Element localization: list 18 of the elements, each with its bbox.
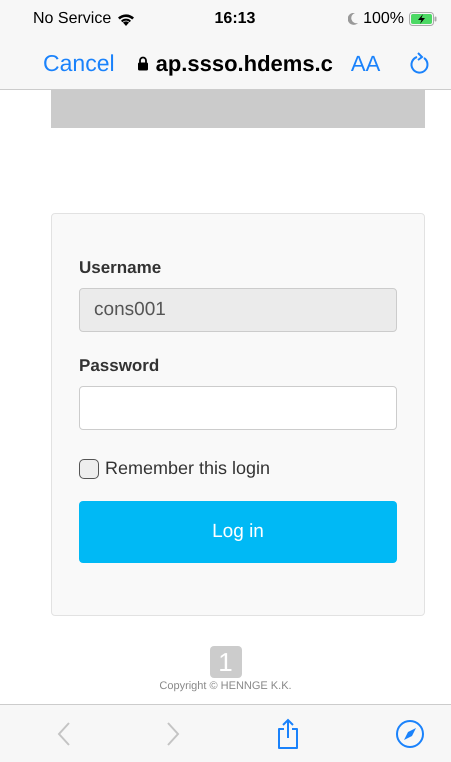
carrier-label: No Service (33, 10, 112, 28)
field-label: Password (79, 356, 160, 376)
clock: 16:13 (214, 10, 256, 28)
reload-icon[interactable] (409, 52, 431, 76)
text-size-button[interactable]: AA (350, 50, 380, 76)
login-button[interactable]: Log in (79, 501, 397, 563)
wifi-icon (117, 12, 136, 26)
password-field[interactable] (79, 386, 397, 430)
lock-icon (136, 56, 149, 71)
remember-label: Remember this login (105, 458, 270, 479)
share-icon[interactable] (276, 718, 300, 750)
compass-icon[interactable] (394, 718, 425, 748)
copyright-text: Copyright © HENNGE K.K. (159, 680, 292, 692)
moon-icon (348, 13, 358, 25)
cancel-button[interactable]: Cancel (43, 50, 115, 77)
field-label: Username (79, 258, 162, 278)
remember-checkbox[interactable] (79, 458, 99, 478)
battery-percent: 100% (363, 10, 404, 28)
